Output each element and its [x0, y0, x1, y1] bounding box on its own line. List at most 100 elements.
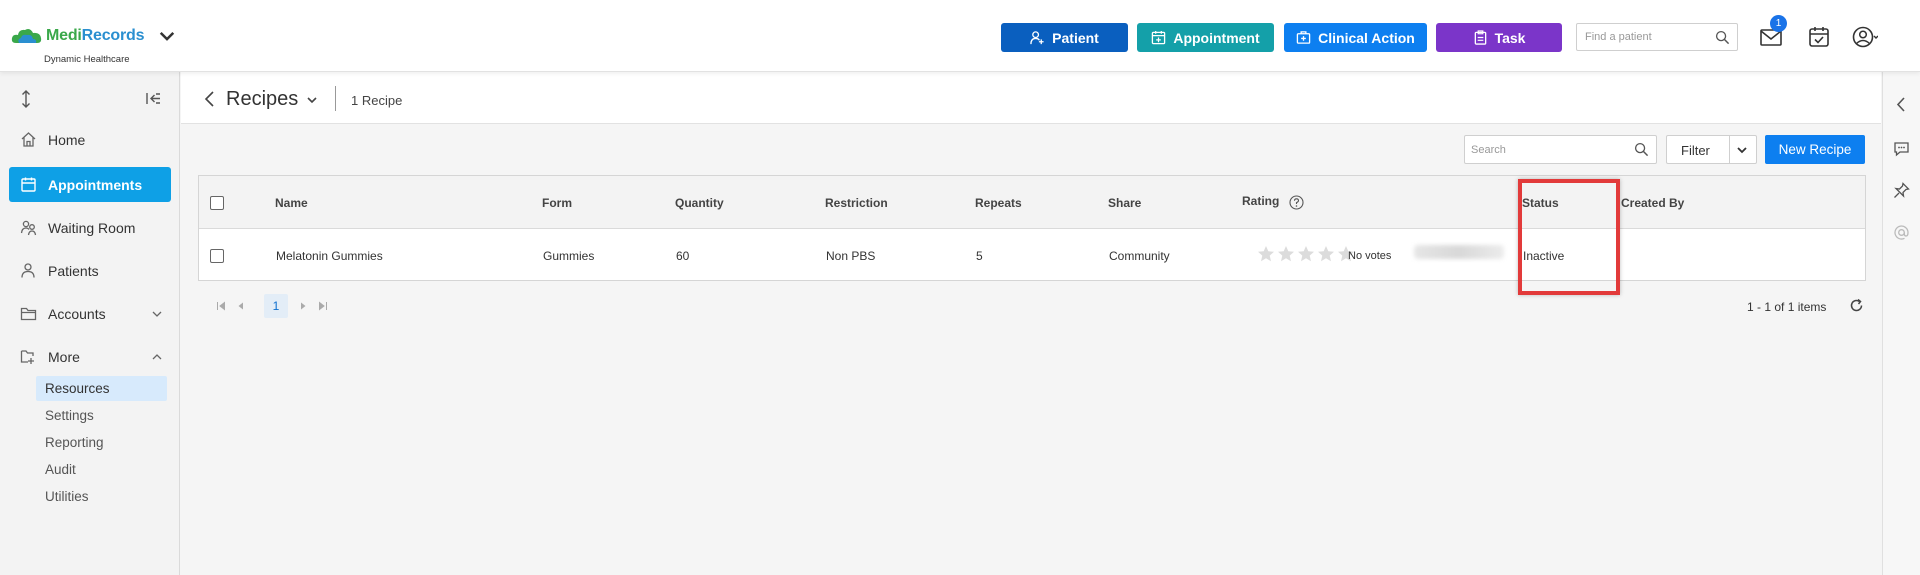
sidebar-item-more[interactable]: More	[9, 339, 171, 374]
chevron-down-icon[interactable]	[1736, 144, 1748, 156]
new-recipe-button[interactable]: New Recipe	[1765, 135, 1865, 164]
inbox-badge: 1	[1770, 15, 1787, 32]
star-icon[interactable]	[1257, 245, 1275, 263]
main-content: Recipes 1 Recipe Search Filter New Recip…	[181, 72, 1881, 575]
medical-kit-icon	[1296, 31, 1311, 44]
sidebar-item-accounts[interactable]: Accounts	[9, 296, 171, 331]
page-title[interactable]: Recipes	[226, 88, 318, 111]
cell-restriction: Non PBS	[826, 249, 876, 263]
column-header-restriction[interactable]: Restriction	[825, 196, 888, 210]
column-header-repeats[interactable]: Repeats	[975, 196, 1022, 210]
sidebar-subitem-reporting[interactable]: Reporting	[36, 430, 167, 455]
cell-form: Gummies	[543, 249, 595, 263]
patient-button-label: Patient	[1052, 29, 1099, 46]
logo-text-records: Records	[81, 27, 145, 44]
page-title-text: Recipes	[226, 88, 299, 110]
cell-repeats: 5	[976, 249, 983, 263]
star-icon[interactable]	[1277, 245, 1295, 263]
pagination-info: 1 - 1 of 1 items	[1747, 300, 1827, 314]
first-page-icon[interactable]	[216, 301, 226, 311]
sidebar: Home Appointments Waiting Room Patients …	[0, 72, 180, 575]
find-patient-input[interactable]: Find a patient	[1576, 23, 1738, 51]
chat-icon[interactable]	[1893, 140, 1910, 157]
sidebar-item-label: Patients	[48, 262, 99, 279]
sidebar-item-label: Accounts	[48, 305, 106, 322]
row-checkbox[interactable]	[210, 249, 224, 263]
find-patient-placeholder: Find a patient	[1585, 31, 1652, 43]
person-icon	[21, 263, 35, 278]
sidebar-subitem-settings[interactable]: Settings	[36, 403, 167, 428]
search-icon[interactable]	[1634, 142, 1649, 157]
sidebar-item-appointments[interactable]: Appointments	[9, 167, 171, 202]
new-appointment-button[interactable]: Appointment	[1137, 23, 1274, 52]
appointment-button-label: Appointment	[1173, 29, 1260, 46]
right-rail	[1882, 72, 1920, 575]
column-header-quantity[interactable]: Quantity	[675, 196, 724, 210]
refresh-icon[interactable]	[1849, 298, 1864, 313]
last-page-icon[interactable]	[318, 301, 328, 311]
chevron-down-icon	[307, 96, 317, 103]
chevron-down-icon[interactable]	[150, 25, 184, 47]
clinical-action-button[interactable]: Clinical Action	[1284, 23, 1427, 52]
organization-name: Dynamic Healthcare	[44, 54, 130, 65]
cell-created-by-redacted	[1414, 245, 1504, 259]
cloud-logo-icon	[11, 29, 42, 43]
chevron-left-icon[interactable]	[1893, 96, 1910, 113]
prev-page-icon[interactable]	[236, 301, 246, 311]
pagination: 1	[198, 294, 398, 318]
filter-label: Filter	[1681, 143, 1710, 158]
sidebar-item-label: Home	[48, 131, 86, 148]
expand-vertical-icon[interactable]	[18, 90, 34, 108]
help-circle-icon[interactable]	[1289, 195, 1304, 210]
people-icon	[20, 220, 37, 236]
rating-stars[interactable]	[1257, 245, 1355, 263]
sidebar-item-waiting-room[interactable]: Waiting Room	[9, 210, 171, 245]
next-page-icon[interactable]	[298, 301, 308, 311]
sidebar-subitem-resources[interactable]: Resources	[36, 376, 167, 401]
new-patient-button[interactable]: Patient	[1001, 23, 1128, 52]
folder-tree-icon	[20, 350, 34, 364]
collapse-sidebar-icon[interactable]	[145, 90, 162, 107]
sidebar-subitem-audit[interactable]: Audit	[36, 457, 167, 482]
column-header-created-by[interactable]: Created By	[1621, 196, 1684, 210]
calendar-add-icon	[1152, 30, 1166, 45]
filter-button[interactable]: Filter	[1666, 135, 1757, 164]
logo-text-medi: Medi	[46, 27, 82, 44]
app-logo[interactable]: MediRecords	[10, 25, 184, 47]
pin-icon[interactable]	[1893, 182, 1910, 199]
select-all-checkbox[interactable]	[210, 196, 224, 210]
calendar-check-icon[interactable]	[1806, 24, 1832, 50]
column-header-rating[interactable]: Rating	[1242, 194, 1279, 208]
folder-icon	[20, 307, 37, 321]
column-header-name[interactable]: Name	[275, 196, 308, 210]
user-account-icon[interactable]	[1852, 24, 1878, 50]
search-icon[interactable]	[1715, 30, 1730, 45]
sidebar-subitem-utilities[interactable]: Utilities	[36, 484, 167, 509]
column-header-share[interactable]: Share	[1108, 196, 1141, 210]
table-search-input[interactable]: Search	[1464, 135, 1657, 164]
sidebar-item-patients[interactable]: Patients	[9, 253, 171, 288]
table-search-placeholder: Search	[1471, 144, 1506, 156]
mention-icon[interactable]	[1893, 224, 1910, 241]
new-task-button[interactable]: Task	[1436, 23, 1562, 52]
status-highlight-box	[1518, 179, 1620, 295]
star-icon[interactable]	[1317, 245, 1335, 263]
cell-share: Community	[1109, 249, 1170, 263]
back-arrow-icon[interactable]	[203, 91, 217, 107]
clinical-action-button-label: Clinical Action	[1318, 29, 1415, 46]
cell-rating-text: No votes	[1348, 250, 1392, 262]
chevron-up-icon	[152, 353, 162, 359]
cell-quantity: 60	[676, 249, 690, 263]
clipboard-icon	[1474, 30, 1486, 45]
page-header: Recipes 1 Recipe	[181, 72, 1881, 124]
top-header: MediRecords Dynamic Healthcare Patient A…	[0, 0, 1920, 72]
column-header-form[interactable]: Form	[542, 196, 572, 210]
star-icon[interactable]	[1297, 245, 1315, 263]
sidebar-item-home[interactable]: Home	[9, 122, 171, 157]
page-number-current[interactable]: 1	[264, 294, 288, 318]
sidebar-item-label: Waiting Room	[48, 219, 136, 236]
add-person-icon	[1030, 31, 1044, 45]
cell-name: Melatonin Gummies	[276, 249, 383, 263]
sidebar-item-label: Appointments	[48, 176, 143, 193]
task-button-label: Task	[1494, 29, 1526, 46]
